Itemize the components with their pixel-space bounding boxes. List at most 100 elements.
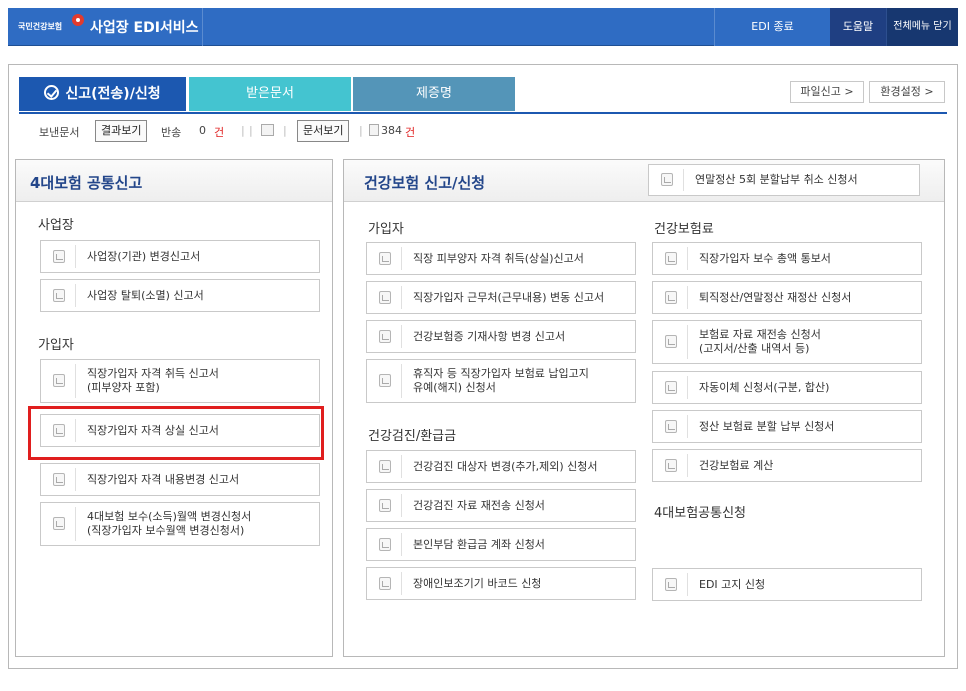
document-icon [53, 249, 65, 263]
form-item[interactable]: 사업장 탈퇴(소멸) 신고서 [40, 279, 320, 312]
form-item-label: EDI 고지 신청 [699, 577, 766, 591]
form-item-label: 직장 피부양자 자격 취득(상실)신고서 [413, 251, 584, 265]
result-view-button[interactable]: 결과보기 [95, 120, 148, 142]
document-icon [379, 576, 391, 590]
form-item[interactable]: 정산 보험료 분할 납부 신청서 [652, 410, 922, 443]
form-item[interactable]: 장애인보조기기 바코드 신청 [366, 567, 636, 600]
separator: | [249, 124, 253, 137]
health-insurance-panel: 건강보험 신고/신청 연말정산 5회 분할납부 취소 신청서 가입자 직장 피부… [343, 159, 945, 657]
form-item-label: 건강보험증 기재사항 변경 신고서 [413, 329, 566, 343]
document-icon [665, 419, 677, 433]
status-bar: 보낸문서 결과보기 반송 0 건 | | | 문서보기 | 384 건 [9, 114, 957, 148]
form-item[interactable]: 4대보험 보수(소득)월액 변경신청서 (직장가입자 보수월액 변경신청서) [40, 502, 320, 546]
doc-unit: 건 [405, 126, 416, 139]
doc-view-button[interactable]: 문서보기 [297, 120, 350, 142]
top-bar: 국민건강보험 사업장 EDI서비스 EDI 종료 도움말 전체메뉴 닫기 [8, 8, 958, 46]
form-item-label: 직장가입자 자격 내용변경 신고서 [87, 472, 240, 486]
form-item-label: 건강보험료 계산 [699, 458, 774, 472]
logo[interactable]: 국민건강보험 사업장 EDI서비스 [8, 8, 203, 46]
form-item[interactable]: EDI 고지 신청 [652, 568, 922, 601]
form-item-label: 사업장 탈퇴(소멸) 신고서 [87, 288, 204, 302]
form-item[interactable]: 퇴직정산/연말정산 재정산 신청서 [652, 281, 922, 314]
form-item[interactable]: 휴직자 등 직장가입자 보험료 납입고지 유예(해지) 신청서 [366, 359, 636, 403]
section-subscriber: 가입자 [38, 338, 74, 353]
document-icon [379, 498, 391, 512]
document-icon [379, 537, 391, 551]
document-icon [379, 251, 391, 265]
form-item-label: 연말정산 5회 분할납부 취소 신청서 [695, 173, 858, 186]
separator: | [241, 124, 245, 137]
document-icon [53, 472, 65, 486]
form-item[interactable]: 본인부담 환급금 계좌 신청서 [366, 528, 636, 561]
form-item[interactable]: 건강보험증 기재사항 변경 신고서 [366, 320, 636, 353]
tab-report-label: 신고(전송)/신청 [65, 86, 161, 102]
panel-header: 4대보험 공통신고 [16, 160, 332, 202]
form-item[interactable]: 보험료 자료 재전송 신청서 (고지서/산출 내역서 등) [652, 320, 922, 364]
document-icon [379, 329, 391, 343]
form-item-label: 직장가입자 자격 취득 신고서 (피부양자 포함) [87, 367, 219, 394]
form-item[interactable]: 자동이체 신청서(구분, 합산) [652, 371, 922, 404]
form-item[interactable]: 직장가입자 자격 내용변경 신고서 [40, 463, 320, 496]
check-circle-icon [44, 85, 60, 100]
separator: | [359, 124, 363, 137]
form-item[interactable]: 직장가입자 근무처(근무내용) 변동 신고서 [366, 281, 636, 314]
tab-received[interactable]: 받은문서 [189, 77, 351, 111]
document-icon [53, 374, 65, 387]
mail-icon[interactable] [261, 124, 274, 136]
document-icon [369, 124, 379, 136]
section-subscriber: 가입자 [368, 222, 404, 237]
all-menu-close-button[interactable]: 전체메뉴 닫기 [886, 8, 958, 46]
document-icon [379, 290, 391, 304]
logo-text: 국민건강보험 [18, 22, 63, 31]
form-item-label: 정산 보험료 분할 납부 신청서 [699, 419, 835, 433]
form-item-label: 자동이체 신청서(구분, 합산) [699, 380, 830, 394]
document-icon [665, 290, 677, 304]
service-title: 사업장 EDI서비스 [90, 20, 199, 36]
form-item[interactable]: 직장가입자 자격 취득 신고서 (피부양자 포함) [40, 359, 320, 403]
document-icon [379, 459, 391, 473]
document-icon [665, 251, 677, 265]
form-item-label: 본인부담 환급금 계좌 신청서 [413, 537, 545, 551]
main-frame: 신고(전송)/신청 받은문서 제증명 파일신고 > 환경설정 > 보낸문서 결과… [8, 64, 958, 669]
form-item[interactable]: 건강검진 자료 재전송 신청서 [366, 489, 636, 522]
doc-count: 384 [381, 124, 402, 137]
tab-report[interactable]: 신고(전송)/신청 [19, 77, 186, 111]
edi-end-button[interactable]: EDI 종료 [714, 8, 830, 46]
form-item-label: 건강검진 대상자 변경(추가,제외) 신청서 [413, 459, 598, 473]
settings-button[interactable]: 환경설정 > [869, 81, 945, 103]
form-item-label: 직장가입자 근무처(근무내용) 변동 신고서 [413, 290, 605, 304]
file-report-button[interactable]: 파일신고 > [790, 81, 864, 103]
section-premium: 건강보험료 [654, 222, 714, 237]
form-item-label: 퇴직정산/연말정산 재정산 신청서 [699, 290, 852, 304]
section-checkup: 건강검진/환급금 [368, 429, 457, 444]
separator: | [283, 124, 287, 137]
document-icon [665, 577, 677, 591]
form-item[interactable]: 사업장(기관) 변경신고서 [40, 240, 320, 273]
highlight-box [28, 406, 324, 460]
document-icon [665, 458, 677, 472]
form-item-label: 보험료 자료 재전송 신청서 (고지서/산출 내역서 등) [699, 328, 821, 355]
tab-certificate[interactable]: 제증명 [353, 77, 515, 111]
return-label: 반송 [161, 126, 182, 139]
document-icon [665, 380, 677, 394]
form-item[interactable]: 연말정산 5회 분할납부 취소 신청서 [648, 164, 920, 196]
form-item[interactable]: 직장 피부양자 자격 취득(상실)신고서 [366, 242, 636, 275]
document-icon [665, 335, 677, 348]
form-item[interactable]: 건강보험료 계산 [652, 449, 922, 482]
common-report-panel: 4대보험 공통신고 사업장 사업장(기관) 변경신고서 사업장 탈퇴(소멸) 신… [15, 159, 333, 657]
form-item[interactable]: 건강검진 대상자 변경(추가,제외) 신청서 [366, 450, 636, 483]
help-button[interactable]: 도움말 [830, 8, 886, 46]
form-item-label: 사업장(기관) 변경신고서 [87, 249, 201, 263]
return-count: 0 [199, 124, 206, 137]
form-item-label: 직장가입자 보수 총액 통보서 [699, 251, 831, 265]
panel-title: 4대보험 공통신고 [30, 174, 143, 192]
section-workplace: 사업장 [38, 218, 74, 233]
form-item-label: 4대보험 보수(소득)월액 변경신청서 (직장가입자 보수월액 변경신청서) [87, 510, 252, 537]
document-icon [53, 517, 65, 530]
form-item[interactable]: 직장가입자 보수 총액 통보서 [652, 242, 922, 275]
form-item-label: 건강검진 자료 재전송 신청서 [413, 498, 545, 512]
form-item-label: 장애인보조기기 바코드 신청 [413, 576, 542, 590]
logo-mark-icon [72, 14, 84, 26]
panel-title: 건강보험 신고/신청 [364, 174, 486, 192]
document-icon [379, 374, 391, 387]
